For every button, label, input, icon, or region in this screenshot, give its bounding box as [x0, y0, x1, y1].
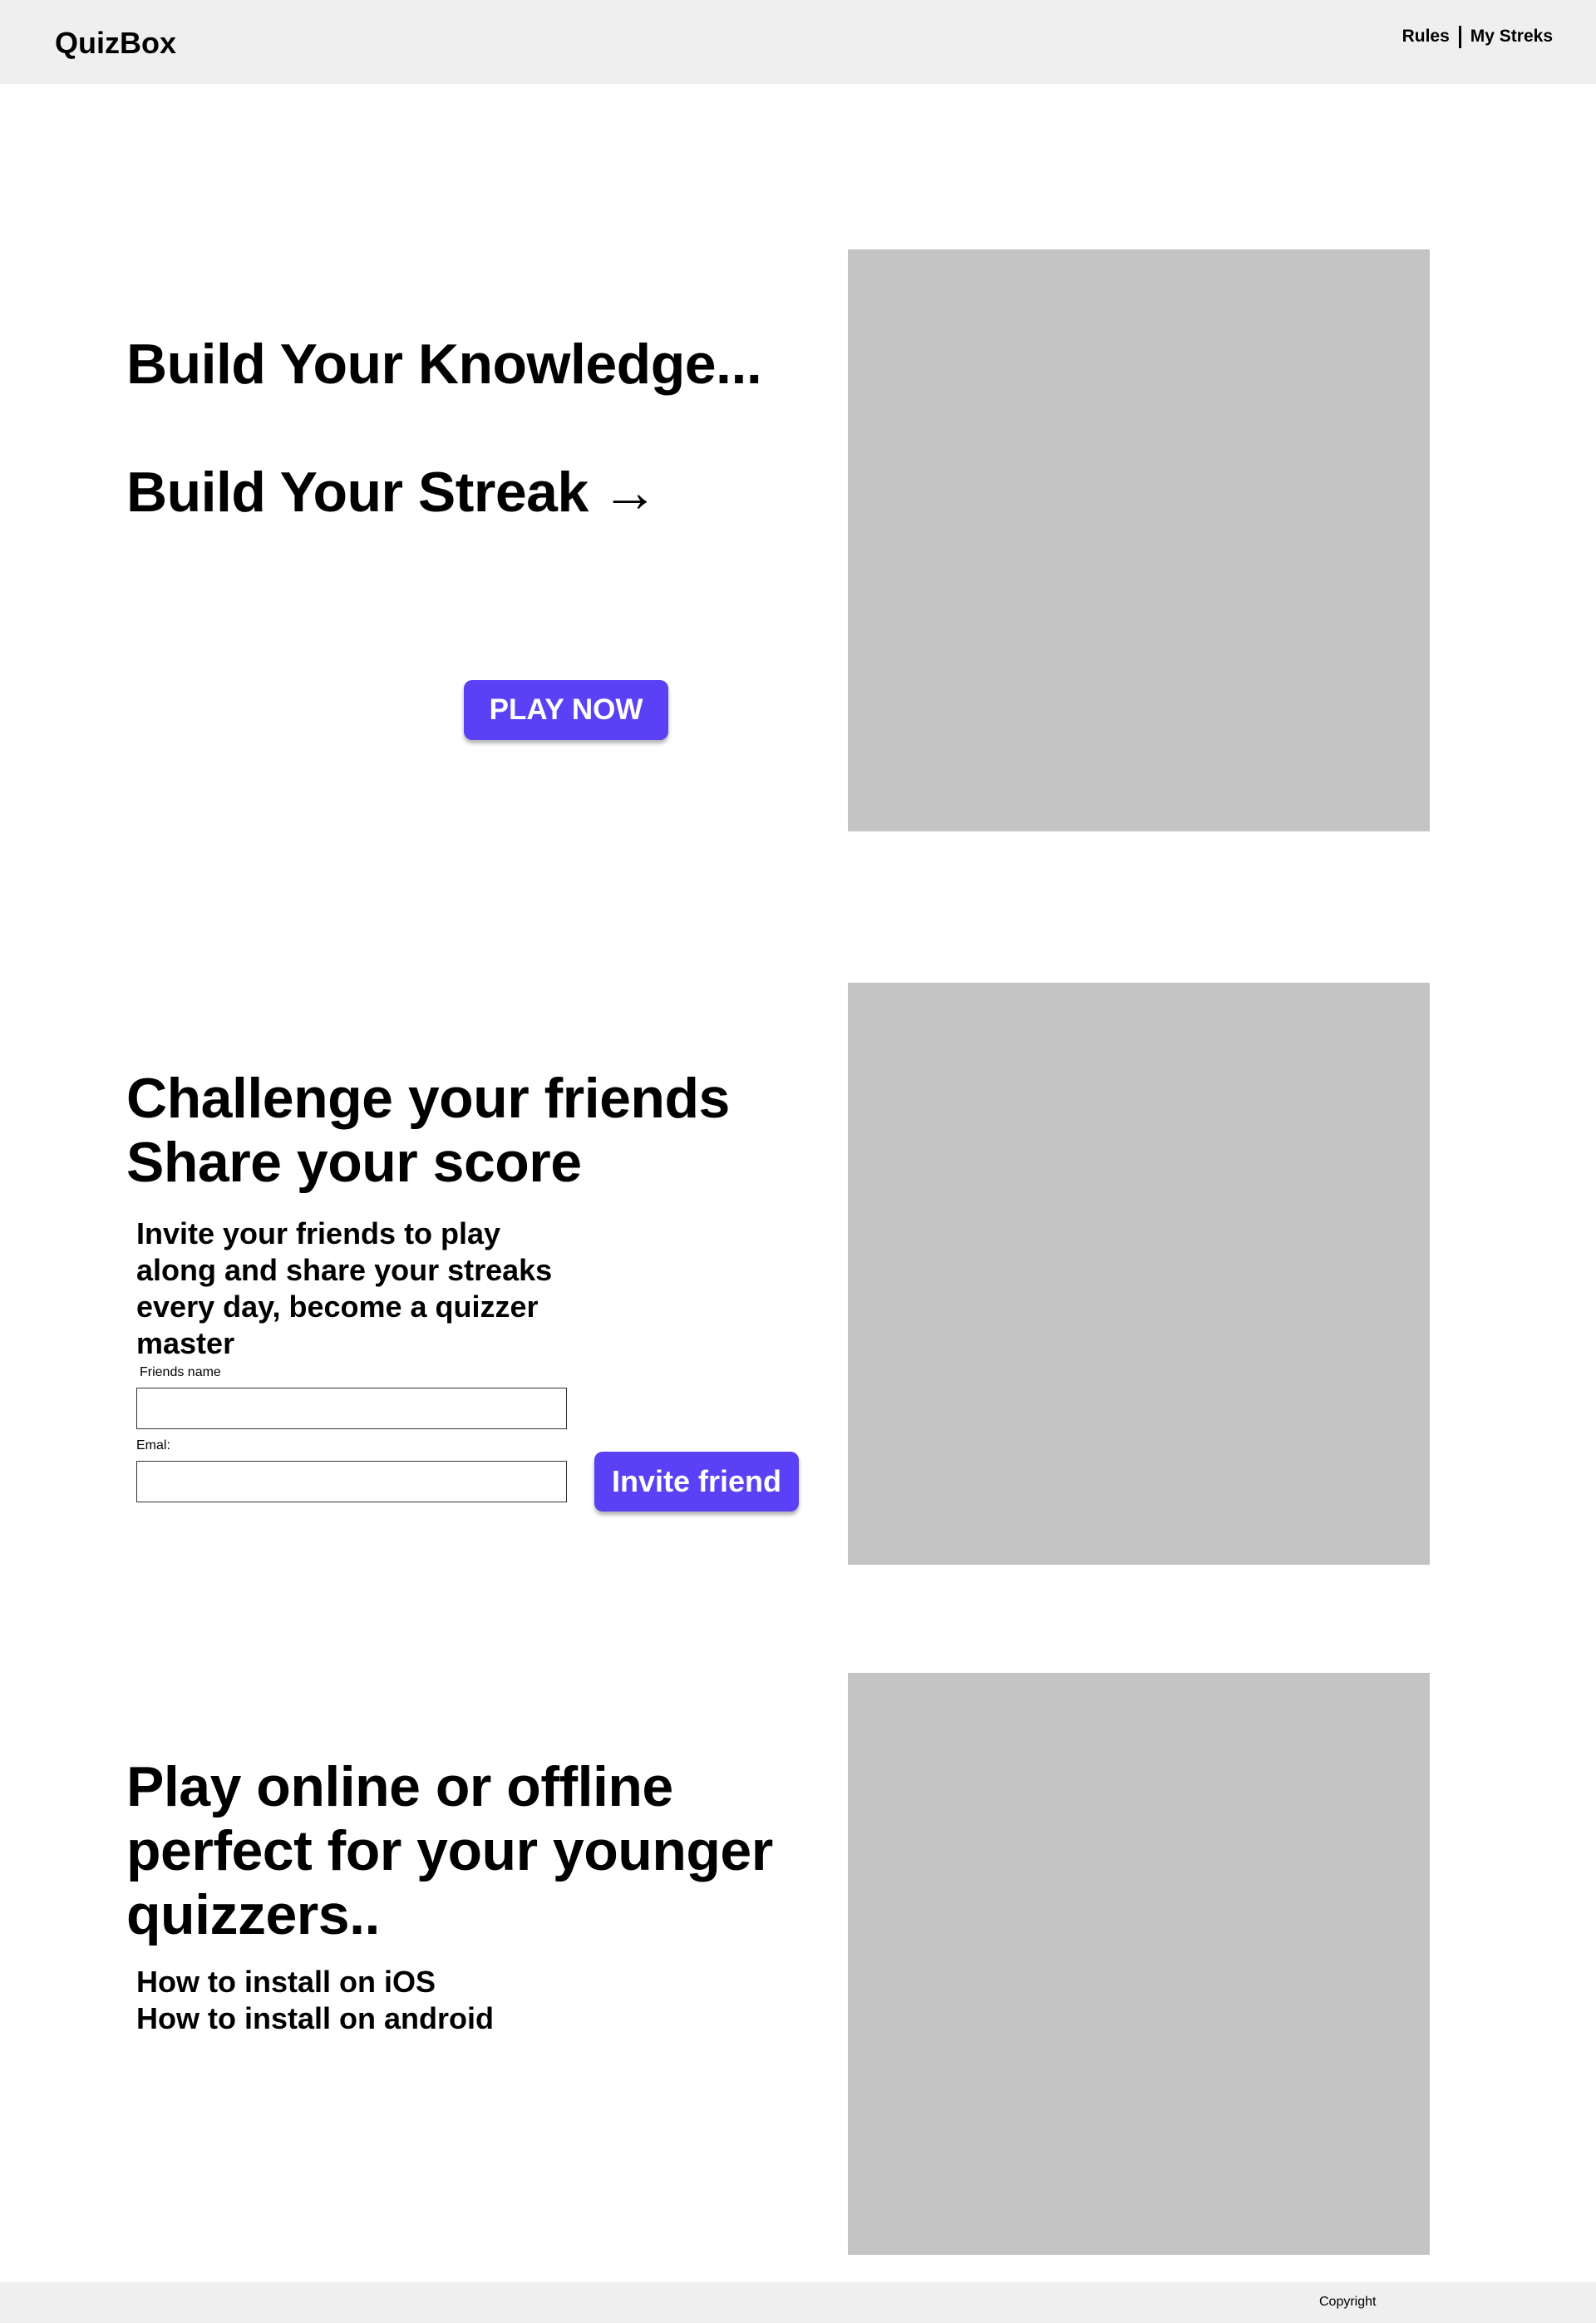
offline-heading-line: Play online or offline — [126, 1755, 673, 1818]
invite-description-line: every day, become a quizzer — [136, 1290, 539, 1324]
invite-friend-button[interactable]: Invite friend — [594, 1452, 799, 1512]
hero-heading-streak: Build Your Streak → — [126, 461, 658, 525]
offline-image-placeholder — [848, 1673, 1430, 2255]
challenge-image-placeholder — [848, 983, 1430, 1565]
share-heading: Share your score — [126, 1131, 582, 1194]
invite-description-line: along and share your streaks — [136, 1253, 553, 1287]
offline-heading-line: quizzers.. — [126, 1883, 380, 1946]
friends-name-label: Friends name — [140, 1365, 221, 1379]
friends-name-input[interactable] — [136, 1388, 567, 1429]
arrow-right-icon: → — [601, 461, 658, 524]
install-android-link[interactable]: How to install on android — [136, 2000, 494, 2037]
copyright-text: Copyright — [1319, 2295, 1377, 2309]
challenge-heading: Challenge your friends — [126, 1067, 730, 1130]
footer-bar: Copyright — [0, 2282, 1596, 2323]
nav-streaks-link[interactable]: My Streks — [1470, 24, 1553, 49]
hero-image-placeholder — [848, 249, 1430, 831]
install-ios-link[interactable]: How to install on iOS — [136, 1964, 436, 2000]
top-nav: Rules My Streks — [1402, 24, 1553, 49]
offline-heading-line: perfect for your younger — [126, 1819, 773, 1882]
email-input[interactable] — [136, 1461, 567, 1502]
invite-description-line: Invite your friends to play — [136, 1216, 501, 1250]
nav-divider — [1458, 25, 1461, 48]
email-label: Emal: — [136, 1438, 170, 1452]
invite-description-line: master — [136, 1326, 235, 1360]
header-bar: QuizBox Rules My Streks — [0, 0, 1596, 84]
hero-heading-knowledge: Build Your Knowledge... — [126, 333, 762, 396]
play-now-button[interactable]: PLAY NOW — [464, 680, 668, 740]
hero-streak-text: Build Your Streak — [126, 461, 589, 524]
brand-logo[interactable]: QuizBox — [55, 25, 176, 62]
nav-rules-link[interactable]: Rules — [1402, 24, 1450, 49]
